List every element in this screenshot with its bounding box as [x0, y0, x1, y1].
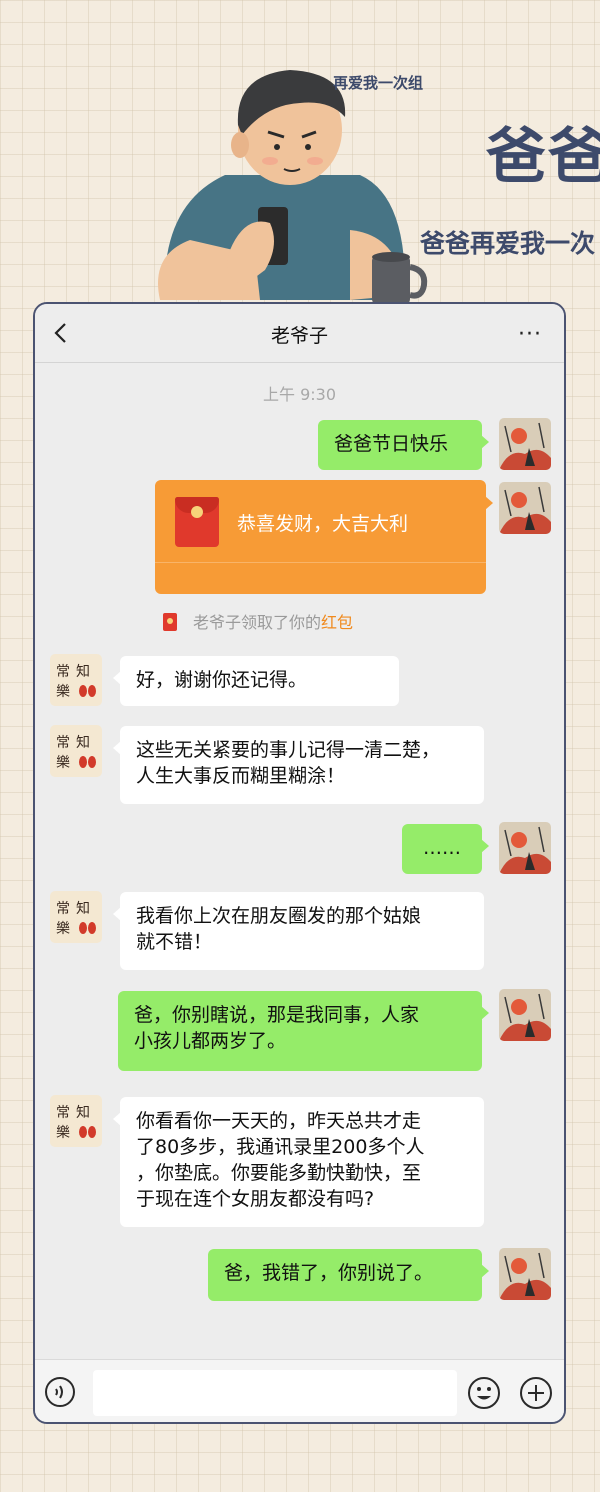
- my-avatar[interactable]: [499, 418, 551, 470]
- svg-text:常: 常: [56, 664, 70, 680]
- plus-icon[interactable]: [519, 1376, 553, 1410]
- message-line: 小孩儿都两岁了。: [134, 1030, 287, 1052]
- my-avatar[interactable]: [499, 989, 551, 1041]
- dad-avatar[interactable]: 常知樂: [50, 725, 102, 777]
- dad-avatar[interactable]: 常知樂: [50, 1095, 102, 1147]
- svg-text:知: 知: [76, 734, 90, 751]
- chat-topbar: 老爷子 ···: [35, 304, 564, 363]
- dad-message-bubble[interactable]: 这些无关紧要的事儿记得一清二楚， 人生大事反而糊里糊涂！: [113, 726, 484, 804]
- message-line: 你看看你一天天的，昨天总共才走: [136, 1110, 422, 1132]
- more-dots-icon[interactable]: ···: [518, 322, 542, 347]
- svg-text:知: 知: [76, 1104, 90, 1121]
- message-line: 于现在连个女朋友都没有吗?: [136, 1188, 375, 1210]
- red-packet-message[interactable]: 恭喜发财，大吉大利: [155, 480, 493, 594]
- mini-red-packet-icon: [163, 613, 177, 631]
- svg-text:樂: 樂: [56, 683, 70, 700]
- contact-name: 老爷子: [270, 325, 328, 347]
- svg-text:樂: 樂: [56, 1124, 70, 1141]
- message-line: 就不错！: [136, 931, 213, 953]
- svg-text:常: 常: [56, 735, 70, 751]
- emoji-icon[interactable]: [467, 1376, 501, 1410]
- red-packet-notice: 老爷子领取了你的红包: [163, 609, 353, 633]
- message-input[interactable]: [93, 1370, 457, 1416]
- notice-red-packet-link[interactable]: 红包: [321, 613, 353, 632]
- my-avatar[interactable]: [499, 822, 551, 874]
- svg-text:知: 知: [76, 900, 90, 917]
- svg-text:常: 常: [56, 901, 70, 917]
- message-line: 我看你上次在朋友圈发的那个姑娘: [136, 905, 422, 927]
- svg-text:樂: 樂: [56, 920, 70, 937]
- subtitle: 爸爸再爱我一次: [420, 229, 596, 258]
- svg-text:樂: 樂: [56, 754, 70, 771]
- message-line: 了80多步，我通讯录里200多个人: [136, 1136, 425, 1158]
- svg-text:知: 知: [76, 663, 90, 680]
- dad-message-bubble[interactable]: 好，谢谢你还记得。: [113, 656, 399, 706]
- chat-window: 老爷子 ··· 上午 9:30 爸爸节日快乐 恭喜发财，大吉大利 老爷子领取了你…: [33, 302, 566, 1424]
- my-message-bubble[interactable]: 爸，你别瞎说，那是我同事，人家 小孩儿都两岁了。: [118, 991, 489, 1071]
- message-line: 这些无关紧要的事儿记得一清二楚，: [136, 739, 441, 761]
- message-line: ，你垫底。你要能多勤快勤快，至: [136, 1162, 422, 1184]
- my-message-bubble[interactable]: 爸，我错了，你别说了。: [208, 1249, 489, 1301]
- message-line: 人生大事反而糊里糊涂！: [136, 765, 346, 787]
- message-text: ……: [423, 837, 461, 859]
- chat-input-bar: [35, 1359, 564, 1422]
- my-message-bubble[interactable]: ……: [402, 824, 489, 874]
- message-text: 爸，我错了，你别说了。: [224, 1262, 434, 1284]
- red-packet-icon: [175, 497, 219, 547]
- timestamp: 上午 9:30: [262, 385, 337, 404]
- dad-message-bubble[interactable]: 我看你上次在朋友圈发的那个姑娘 就不错！: [113, 892, 484, 970]
- message-line: 爸，你别瞎说，那是我同事，人家: [134, 1004, 420, 1026]
- my-message-bubble[interactable]: 爸爸节日快乐: [318, 420, 489, 470]
- message-text: 爸爸节日快乐: [334, 433, 449, 455]
- message-text: 好，谢谢你还记得。: [136, 669, 308, 691]
- red-packet-text: 恭喜发财，大吉大利: [237, 513, 409, 535]
- group-tag: 再爱我一次组: [333, 74, 424, 92]
- voice-icon[interactable]: [44, 1376, 76, 1408]
- my-avatar[interactable]: [499, 482, 551, 534]
- notice-text: 老爷子领取了你的: [193, 613, 322, 632]
- svg-text:常: 常: [56, 1105, 70, 1121]
- big-title: 爸爸: [486, 122, 600, 192]
- dad-illustration: [158, 70, 428, 305]
- dad-message-bubble[interactable]: 你看看你一天天的，昨天总共才走 了80多步，我通讯录里200多个人 ，你垫底。你…: [113, 1097, 484, 1227]
- dad-avatar[interactable]: 常知樂: [50, 654, 102, 706]
- dad-avatar[interactable]: 常知樂: [50, 891, 102, 943]
- red-packet-divider: [155, 562, 486, 563]
- my-avatar[interactable]: [499, 1248, 551, 1300]
